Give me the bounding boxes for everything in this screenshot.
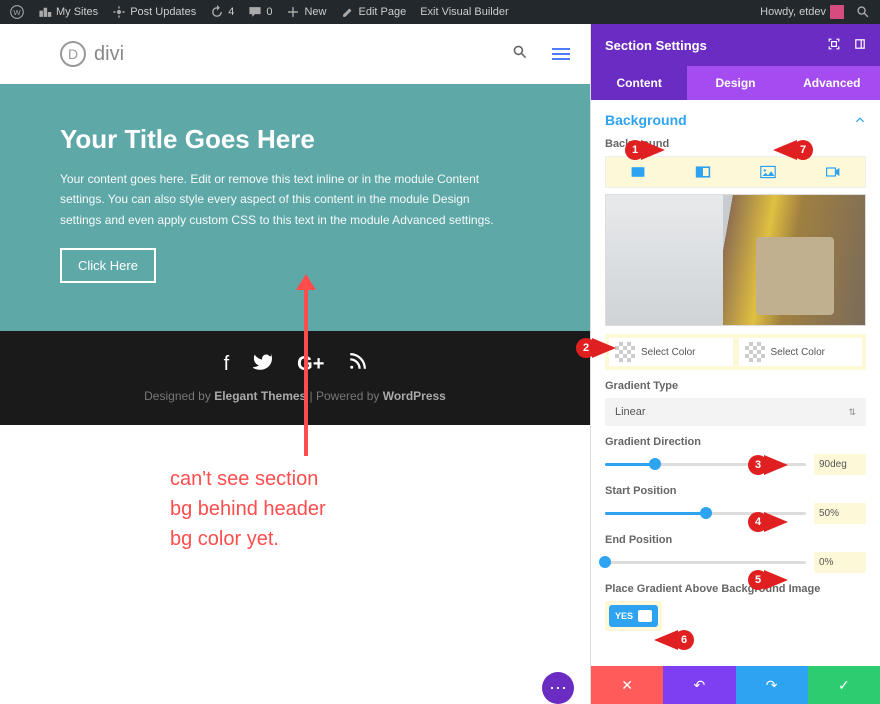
howdy[interactable]: Howdy, etdev [754,5,850,19]
my-sites[interactable]: My Sites [32,0,104,24]
callout-2: 2 [576,338,596,358]
swatch-icon [615,342,635,362]
panel-title: Section Settings [605,38,707,53]
callout-3: 3 [748,455,768,475]
google-plus-icon[interactable]: G+ [297,353,324,379]
bg-type-tabs [605,156,866,188]
bg-tab-image[interactable] [736,157,801,187]
grad-dir-label: Gradient Direction [605,436,866,448]
swatch-icon [745,342,765,362]
hero-button[interactable]: Click Here [60,248,156,283]
start-pos-label: Start Position [605,485,866,497]
exit-visual-builder[interactable]: Exit Visual Builder [414,0,514,24]
end-pos-slider[interactable] [605,561,806,564]
cancel-button[interactable]: ✕ [591,666,663,704]
panel-footer: ✕ ↶ ↷ ✓ [591,666,880,704]
twitter-icon[interactable] [253,353,273,379]
place-grad-toggle[interactable]: YES [609,605,658,627]
footer-credit: Designed by Elegant Themes | Powered by … [0,389,590,403]
callout-6: 6 [674,630,694,650]
facebook-icon[interactable]: f [224,353,230,379]
section-background[interactable]: Background [605,112,866,128]
hero-section[interactable]: Your Title Goes Here Your content goes h… [0,84,590,331]
wp-admin-bar: W My Sites Post Updates 4 0 New Edit Pag… [0,0,880,24]
undo-button[interactable]: ↶ [663,666,735,704]
tab-design[interactable]: Design [687,66,783,100]
site-header: D divi [0,24,590,84]
tab-content[interactable]: Content [591,66,687,100]
panel-header: Section Settings [591,24,880,66]
grad-dir-value[interactable]: 90deg [814,454,866,475]
snap-icon[interactable] [854,38,866,53]
site-logo[interactable]: D divi [60,41,124,67]
gradient-color-2[interactable]: Select Color [739,338,863,366]
svg-text:W: W [13,8,21,17]
start-pos-value[interactable]: 50% [814,503,866,524]
hero-body: Your content goes here. Edit or remove t… [60,169,500,230]
logo-mark: D [60,41,86,67]
user-avatar [830,5,844,19]
end-pos-value[interactable]: 0% [814,552,866,573]
wp-logo[interactable]: W [4,0,30,24]
panel-tabs: Content Design Advanced [591,66,880,100]
settings-panel: Section Settings Content Design Advanced… [590,24,880,704]
callout-1: 1 [625,140,645,160]
annotation-arrow-stem [304,278,308,456]
expand-icon[interactable] [828,38,840,53]
bg-tab-color[interactable] [606,157,671,187]
updates-count[interactable]: 4 [204,0,240,24]
bg-image-preview[interactable] [605,194,866,326]
edit-page[interactable]: Edit Page [335,0,413,24]
search-icon[interactable] [512,44,528,65]
end-pos-label: End Position [605,534,866,546]
callout-5: 5 [748,570,768,590]
gradient-color-1[interactable]: Select Color [609,338,733,366]
grad-type-label: Gradient Type [605,380,866,392]
logo-text: divi [94,43,124,66]
callout-4: 4 [748,512,768,532]
new-btn[interactable]: New [280,0,332,24]
rss-icon[interactable] [348,353,366,379]
callout-7: 7 [793,140,813,160]
place-grad-label: Place Gradient Above Background Image [605,583,866,595]
search-icon[interactable] [850,5,876,19]
menu-icon[interactable] [552,48,570,60]
bg-tab-video[interactable] [800,157,865,187]
hero-title: Your Title Goes Here [60,124,530,155]
post-updates[interactable]: Post Updates [106,0,202,24]
tab-advanced[interactable]: Advanced [784,66,880,100]
gradient-colors: Select Color Select Color [605,334,866,370]
builder-fab[interactable]: ⋯ [542,672,574,704]
grad-type-select[interactable]: Linear [605,398,866,426]
redo-button[interactable]: ↷ [736,666,808,704]
chevron-up-icon [854,114,866,126]
page-preview: D divi Your Title Goes Here Your content… [0,24,590,704]
annotation-text: can't see section bg behind header bg co… [170,464,326,554]
bg-tab-gradient[interactable] [671,157,736,187]
comments-count[interactable]: 0 [242,0,278,24]
save-button[interactable]: ✓ [808,666,880,704]
site-footer: f G+ Designed by Elegant Themes | Powere… [0,331,590,425]
